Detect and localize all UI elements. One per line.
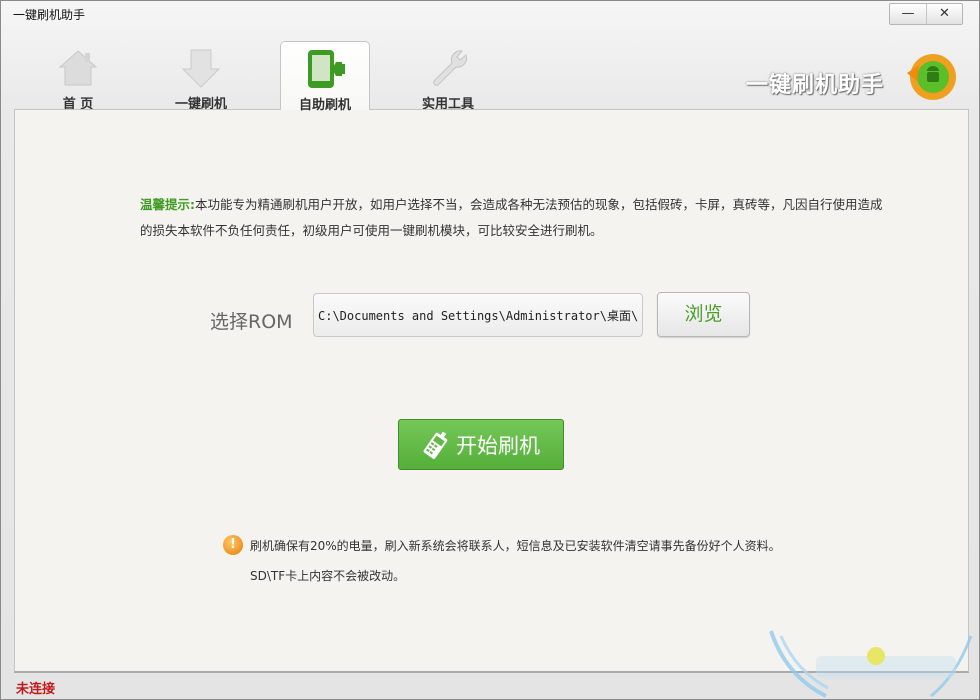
- tab-self-flash[interactable]: 自助刷机: [280, 41, 370, 113]
- phone-flash-icon: [423, 431, 448, 459]
- home-icon: [58, 50, 98, 86]
- tab-one-click-flash[interactable]: 一键刷机: [156, 41, 246, 112]
- warning-icon: !: [223, 535, 243, 555]
- rom-path-input[interactable]: [313, 293, 643, 337]
- close-button[interactable]: ✕: [926, 4, 962, 24]
- tab-label: 自助刷机: [298, 98, 351, 113]
- tip-label: 温馨提示:: [140, 197, 195, 212]
- phone-flash-icon: [308, 50, 345, 88]
- app-window: 一键刷机助手 — ✕ 首 页 一键刷机 自助刷机 实用工具 一键刷机助手 温馨提…: [0, 0, 980, 700]
- connection-status: 未连接: [16, 682, 56, 697]
- note-line-2: SD\TF卡上内容不会被改动。: [250, 569, 406, 583]
- start-flash-label: 开始刷机: [456, 433, 540, 458]
- tip-text: 本功能专为精通刷机用户开放，如用户选择不当，会造成各种无法预估的现象，包括假砖，…: [140, 197, 883, 238]
- minimize-button[interactable]: —: [890, 4, 926, 24]
- browse-button[interactable]: 浏览: [657, 292, 750, 337]
- watermark-logo: [769, 630, 973, 698]
- brand-title: 一键刷机助手: [746, 73, 885, 98]
- warm-tip: 温馨提示:本功能专为精通刷机用户开放，如用户选择不当，会造成各种无法预估的现象，…: [140, 192, 890, 244]
- tab-home[interactable]: 首 页: [33, 41, 123, 112]
- rom-label: 选择ROM: [210, 311, 293, 333]
- android-refresh-logo: [907, 54, 956, 100]
- wrench-icon: [433, 50, 468, 86]
- tab-tools[interactable]: 实用工具: [403, 41, 493, 112]
- window-title: 一键刷机助手: [13, 8, 86, 22]
- content-panel: 温馨提示:本功能专为精通刷机用户开放，如用户选择不当，会造成各种无法预估的现象，…: [14, 109, 969, 673]
- start-flash-button[interactable]: 开始刷机: [398, 419, 564, 470]
- window-controls: — ✕: [889, 3, 963, 25]
- note-line-1: 刷机确保有20%的电量，刷入新系统会将联系人，短信息及已安装软件清空请事先备份好…: [250, 539, 781, 553]
- download-arrow-icon: [181, 49, 221, 88]
